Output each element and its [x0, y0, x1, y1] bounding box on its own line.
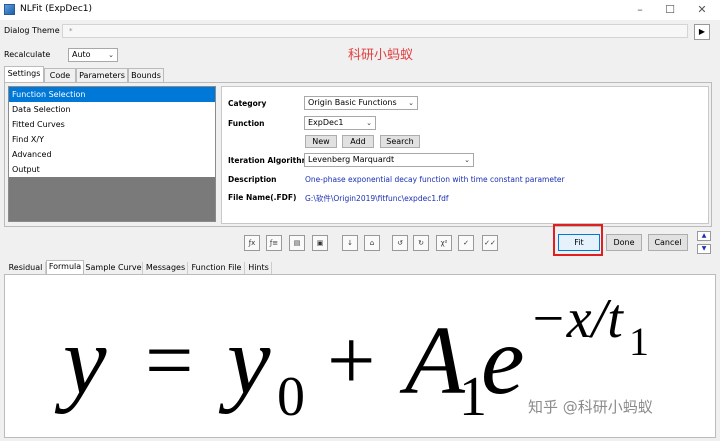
- watermark-bottom: 知乎 @科研小蚂蚁: [528, 398, 653, 416]
- tab-hints[interactable]: Hints: [246, 262, 272, 274]
- formula-y: y: [54, 307, 107, 415]
- function-builder-icon[interactable]: ƒx: [244, 235, 260, 251]
- repeat-iteration-icon[interactable]: ↻: [413, 235, 429, 251]
- formula-sub-0: 0: [277, 366, 305, 428]
- formula-A: A: [399, 307, 466, 415]
- save-icon[interactable]: ▣: [312, 235, 328, 251]
- reset-params-icon[interactable]: ⌂: [364, 235, 380, 251]
- fit-highlight-box: [553, 224, 603, 256]
- formula-e: e: [481, 307, 525, 415]
- tab-messages[interactable]: Messages: [144, 262, 188, 274]
- description-text: One-phase exponential decay function wit…: [305, 175, 565, 184]
- iteration-algorithm-label: Iteration Algorithm: [228, 156, 310, 165]
- category-label: Category: [228, 99, 267, 108]
- edit-function-icon[interactable]: ƒ≡: [266, 235, 282, 251]
- function-select[interactable]: ExpDec1 ⌄: [304, 116, 376, 130]
- formula-equals: =: [145, 312, 194, 408]
- tab-function-file[interactable]: Function File: [189, 262, 245, 274]
- nav-item-data-selection[interactable]: Data Selection: [9, 102, 215, 117]
- chi-square-icon[interactable]: χ²: [436, 235, 452, 251]
- file-name-text: G:\软件\Origin2019\fitfunc\expdec1.fdf: [305, 194, 449, 203]
- nav-item-output[interactable]: Output: [9, 162, 215, 177]
- iteration-algorithm-value: Levenberg Marquardt: [308, 155, 395, 164]
- title-bar: [0, 0, 720, 20]
- organizer-icon[interactable]: ▤: [289, 235, 305, 251]
- nav-item-function-selection[interactable]: Function Selection: [9, 87, 215, 102]
- chevron-down-icon: ⌄: [366, 119, 372, 127]
- add-button[interactable]: Add: [342, 135, 374, 148]
- recalculate-value: Auto: [72, 50, 91, 59]
- nav-item-fitted-curves[interactable]: Fitted Curves: [9, 117, 215, 132]
- category-select[interactable]: Origin Basic Functions ⌄: [304, 96, 418, 110]
- tab-residual[interactable]: Residual: [6, 262, 46, 274]
- close-icon[interactable]: ✕: [692, 3, 712, 17]
- fit-all-icon[interactable]: ✓✓: [482, 235, 498, 251]
- tab-settings[interactable]: Settings: [4, 66, 44, 83]
- recalculate-select[interactable]: Auto ⌄: [68, 48, 118, 62]
- minimize-icon[interactable]: –: [630, 3, 650, 17]
- file-name-label: File Name(.FDF): [228, 193, 297, 202]
- recalculate-label: Recalculate: [4, 50, 51, 59]
- formula-y0: y: [218, 307, 271, 415]
- dialog-theme-arrow-icon[interactable]: ▶: [694, 24, 710, 40]
- nav-item-advanced[interactable]: Advanced: [9, 147, 215, 162]
- tab-formula[interactable]: Formula: [46, 260, 84, 275]
- tab-parameters[interactable]: Parameters: [76, 68, 128, 82]
- formula-exponent-sub: 1: [629, 319, 649, 364]
- nav-item-find-xy[interactable]: Find X/Y: [9, 132, 215, 147]
- tab-sample-curve[interactable]: Sample Curve: [85, 262, 143, 274]
- tab-code[interactable]: Code: [44, 68, 76, 82]
- settings-nav-list: Function Selection Data Selection Fitted…: [8, 86, 216, 222]
- chevron-down-icon: ⌄: [108, 51, 114, 59]
- window-title: NLFit (ExpDec1): [20, 4, 93, 14]
- search-button[interactable]: Search: [380, 135, 420, 148]
- function-label: Function: [228, 119, 265, 128]
- tab-bounds[interactable]: Bounds: [128, 68, 164, 82]
- formula-plus: +: [327, 312, 376, 408]
- done-button[interactable]: Done: [606, 234, 642, 251]
- cancel-button[interactable]: Cancel: [648, 234, 688, 251]
- new-button[interactable]: New: [305, 135, 337, 148]
- maximize-icon[interactable]: ☐: [660, 3, 680, 17]
- watermark-top: 科研小蚂蚁: [348, 48, 414, 63]
- function-value: ExpDec1: [308, 118, 344, 127]
- chevron-down-icon: ⌄: [464, 156, 470, 164]
- dialog-theme-field[interactable]: *: [62, 24, 688, 38]
- init-params-icon[interactable]: ↓: [342, 235, 358, 251]
- app-icon: [4, 4, 15, 15]
- collapse-up-icon[interactable]: ▲: [697, 231, 711, 241]
- description-label: Description: [228, 175, 277, 184]
- chevron-down-icon: ⌄: [408, 99, 414, 107]
- iteration-algorithm-select[interactable]: Levenberg Marquardt ⌄: [304, 153, 474, 167]
- fit-until-converged-icon[interactable]: ✓: [458, 235, 474, 251]
- one-iteration-icon[interactable]: ↺: [392, 235, 408, 251]
- category-value: Origin Basic Functions: [308, 98, 397, 107]
- dialog-theme-label: Dialog Theme: [4, 26, 60, 35]
- expand-down-icon[interactable]: ▼: [697, 244, 711, 254]
- formula-exponent: −x/t: [529, 288, 624, 350]
